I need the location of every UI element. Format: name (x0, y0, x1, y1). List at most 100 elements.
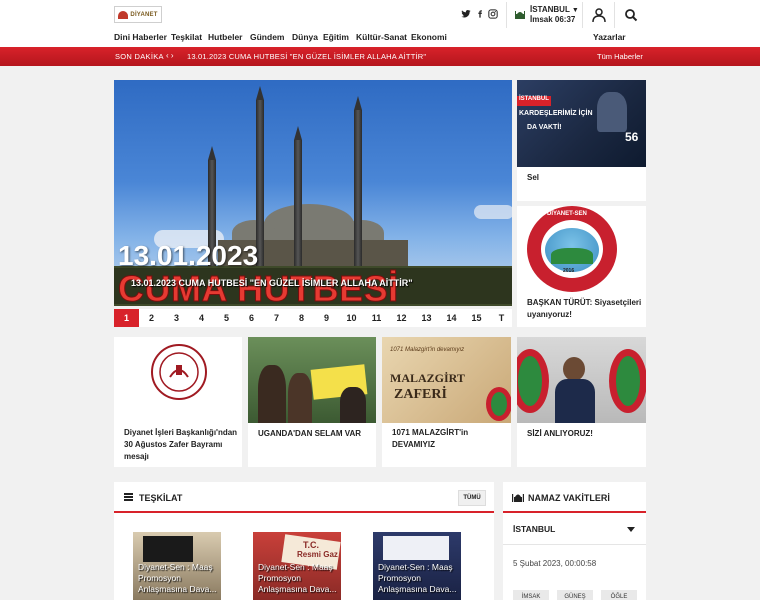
pager-10[interactable]: 10 (339, 309, 364, 327)
side-news-title[interactable]: BAŞKAN TÜRÜT: Siyasetçileri uyanıyoruz! (527, 297, 643, 321)
teskilat-card-caption[interactable]: Diyanet-Sen : Maaş Promosyon Anlaşmasına… (138, 562, 221, 595)
tab-gunes[interactable]: GÜNEŞ (557, 590, 593, 600)
thumb-text-2: DA VAKTİ! (527, 124, 562, 131)
thumb-logo-year: 2016 (563, 268, 575, 274)
nav-item-dunya[interactable]: Dünya (292, 32, 318, 42)
imsak-time: İmsak 06:37 (530, 15, 576, 24)
prayer-city-select[interactable]: İSTANBUL (513, 524, 555, 534)
top-header: DİYANET İSTANBUL ▼ İmsak 06:37 (0, 0, 760, 30)
news-thumbnail (248, 337, 376, 423)
nav-item-dini-haberler[interactable]: Dini Haberler (114, 32, 167, 42)
pager-14[interactable]: 14 (439, 309, 464, 327)
nav-item-gundem[interactable]: Gündem (250, 32, 284, 42)
news-card-title[interactable]: Diyanet İşleri Başkanlığı'ndan 30 Ağusto… (124, 427, 240, 463)
nav-item-hutbeler[interactable]: Hutbeler (208, 32, 242, 42)
pager-8[interactable]: 8 (289, 309, 314, 327)
news-thumbnail: İSTANBUL KARDEŞLERİMİZ İÇİN DA VAKTİ! 56 (517, 80, 646, 167)
teskilat-card-caption[interactable]: Diyanet-Sen : Maaş Promosyon Anlaşmasına… (378, 562, 461, 595)
pager-4[interactable]: 4 (189, 309, 214, 327)
teskilat-card[interactable]: Diyanet-Sen : Maaş Promosyon Anlaşmasına… (133, 532, 221, 600)
news-card-title[interactable]: SİZİ ANLIYORUZ! (527, 428, 593, 440)
nav-item-egitim[interactable]: Eğitim (323, 32, 349, 42)
pager-7[interactable]: 7 (264, 309, 289, 327)
thumb-text-tc: T.C. (303, 540, 320, 550)
news-card[interactable]: SİZİ ANLIYORUZ! (517, 337, 646, 467)
breaking-news-ticker: SON DAKİKA ‹ › 13.01.2023 CUMA HUTBESİ "… (0, 47, 760, 66)
mosque-icon (512, 494, 524, 502)
prayer-times-widget: NAMAZ VAKİTLERİ İSTANBUL 5 Şubat 2023, 0… (503, 482, 646, 600)
ticker-arrows[interactable]: ‹ › (166, 51, 174, 60)
pager-all[interactable]: T (489, 309, 514, 327)
news-thumbnail (114, 337, 242, 423)
nav-item-yazarlar[interactable]: Yazarlar (593, 32, 626, 42)
mosque-logo-icon (118, 10, 129, 19)
news-card[interactable]: 1071 Malazgirt'in devamıyız MALAZGİRT ZA… (382, 337, 511, 467)
pager-9[interactable]: 9 (314, 309, 339, 327)
city-name: İSTANBUL (530, 5, 570, 14)
headline-slider[interactable]: 13.01.2023 CUMA HUTBESİ 13.01.2023 CUMA … (114, 80, 512, 306)
side-news-card[interactable]: İSTANBUL KARDEŞLERİMİZ İÇİN DA VAKTİ! 56… (517, 80, 646, 201)
diyanet-seal-icon (151, 344, 207, 400)
section-header: NAMAZ VAKİTLERİ (503, 482, 646, 513)
side-news-card[interactable]: DİYANET-SEN 2016 BAŞKAN TÜRÜT: Siyasetçi… (517, 206, 646, 327)
pager-5[interactable]: 5 (214, 309, 239, 327)
divider (506, 2, 507, 28)
news-card-title[interactable]: UGANDA'DAN SELAM VAR (258, 428, 361, 440)
thumb-text-resmi: Resmi Gaz (297, 550, 338, 559)
ticker-label: SON DAKİKA (115, 52, 164, 61)
nav-item-teskilat[interactable]: Teşkilat (171, 32, 202, 42)
search-icon[interactable] (622, 7, 640, 23)
news-card[interactable]: Diyanet İşleri Başkanlığı'ndan 30 Ağusto… (114, 337, 242, 467)
pager-6[interactable]: 6 (239, 309, 264, 327)
pager-12[interactable]: 12 (389, 309, 414, 327)
thumb-text-istanbul: İSTANBUL (517, 96, 551, 106)
facebook-icon[interactable] (476, 9, 484, 19)
thumb-number: 56 (625, 130, 639, 144)
slider-caption[interactable]: 13.01.2023 CUMA HUTBESİ "EN GÜZEL İSİMLE… (131, 278, 413, 288)
teskilat-card[interactable]: Diyanet-Sen : Maaş Promosyon Anlaşmasına… (373, 532, 461, 600)
menu-icon (124, 493, 133, 501)
news-thumbnail: 1071 Malazgirt'in devamıyız MALAZGİRT ZA… (382, 337, 511, 423)
pager-2[interactable]: 2 (139, 309, 164, 327)
pager-11[interactable]: 11 (364, 309, 389, 327)
logo-text: DİYANET (130, 11, 158, 18)
news-thumbnail (517, 337, 646, 423)
main-nav: Dini Haberler Teşkilat Hutbeler Gündem D… (0, 30, 760, 47)
news-card-title[interactable]: 1071 MALAZGİRT'in DEVAMIYIZ (392, 427, 502, 451)
chevron-down-icon[interactable] (627, 527, 635, 532)
news-card[interactable]: UGANDA'DAN SELAM VAR (248, 337, 376, 467)
pager-3[interactable]: 3 (164, 309, 189, 327)
divider (503, 544, 646, 545)
nav-item-ekonomi[interactable]: Ekonomi (411, 32, 447, 42)
mosque-icon (515, 11, 525, 19)
all-news-link[interactable]: Tüm Haberler (597, 52, 643, 61)
thumb-subtitle: 1071 Malazgirt'in devamıyız (390, 347, 465, 353)
tab-imsak[interactable]: İMSAK (513, 590, 549, 600)
ticker-headline[interactable]: 13.01.2023 CUMA HUTBESİ "EN GÜZEL İSİMLE… (187, 52, 426, 61)
site-logo[interactable]: DİYANET (114, 6, 162, 23)
twitter-icon[interactable] (461, 9, 471, 19)
user-icon[interactable] (590, 7, 608, 23)
teskilat-card[interactable]: T.C. Resmi Gaz Diyanet-Sen : Maaş Promos… (253, 532, 341, 600)
section-header: TEŞKİLAT TÜMÜ (114, 482, 494, 513)
divider (614, 2, 615, 28)
news-thumbnail: DİYANET-SEN 2016 (517, 206, 646, 293)
tab-ogle[interactable]: ÖĞLE (601, 590, 637, 600)
divider (582, 2, 583, 28)
instagram-icon[interactable] (488, 9, 498, 19)
thumb-title-1: MALAZGİRT (390, 371, 465, 385)
pager-13[interactable]: 13 (414, 309, 439, 327)
all-button[interactable]: TÜMÜ (458, 490, 486, 506)
side-news-title[interactable]: Sel (527, 172, 539, 184)
teskilat-section: TEŞKİLAT TÜMÜ Diyanet-Sen : Maaş Promosy… (114, 482, 494, 600)
thumb-text-1: KARDEŞLERİMİZ İÇİN (519, 110, 593, 117)
caret-down-icon: ▼ (571, 7, 579, 14)
city-selector[interactable]: İSTANBUL ▼ (530, 5, 579, 14)
thumb-title-2: ZAFERİ (394, 387, 447, 402)
teskilat-card-caption[interactable]: Diyanet-Sen : Maaş Promosyon Anlaşmasına… (258, 562, 341, 595)
pager-15[interactable]: 15 (464, 309, 489, 327)
nav-item-kultur-sanat[interactable]: Kültür-Sanat (356, 32, 407, 42)
pager-1[interactable]: 1 (114, 309, 139, 327)
section-title: TEŞKİLAT (139, 493, 183, 503)
section-title: NAMAZ VAKİTLERİ (528, 493, 610, 503)
